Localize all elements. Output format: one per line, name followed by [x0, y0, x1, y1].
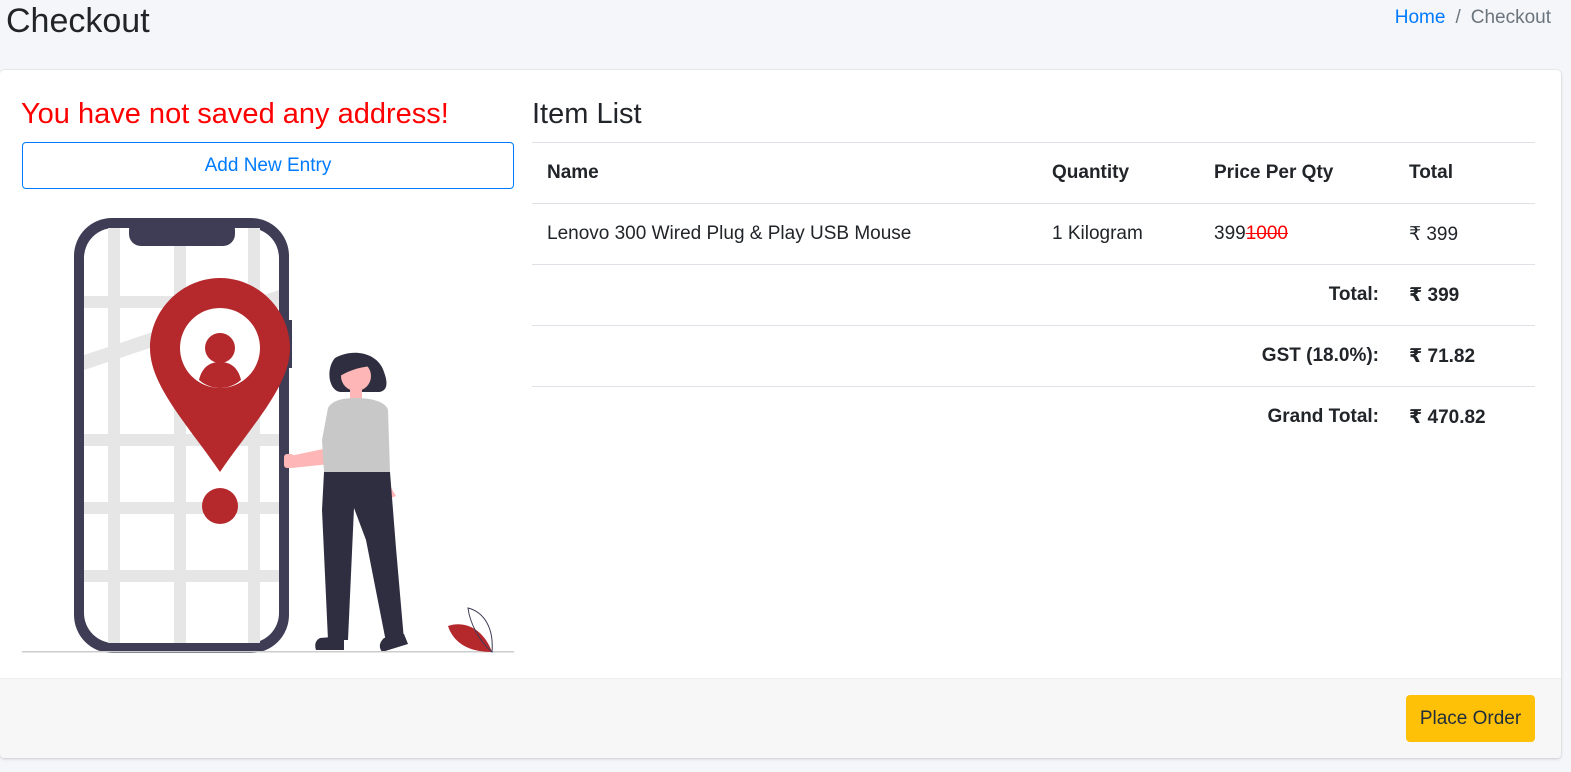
ground-line-shape	[22, 651, 514, 653]
column-header-price: Price Per Qty	[1199, 142, 1394, 204]
total-value: ₹ 399	[1394, 264, 1535, 326]
breadcrumb: Home / Checkout	[1395, 6, 1551, 30]
gst-label: GST (18.0%):	[532, 325, 1394, 387]
address-map-illustration	[22, 218, 514, 654]
summary-row-total: Total: ₹ 399	[532, 264, 1535, 326]
pin-person-head-shape	[205, 333, 235, 363]
item-price-cell: 3991000	[1199, 203, 1394, 265]
item-list-table: Name Quantity Price Per Qty Total Lenovo…	[532, 142, 1535, 448]
table-row: Lenovo 300 Wired Plug & Play USB Mouse 1…	[532, 203, 1535, 265]
summary-row-gst: GST (18.0%): ₹ 71.82	[532, 325, 1535, 387]
page-title: Checkout	[6, 2, 150, 40]
checkout-card: You have not saved any address! Add New …	[0, 70, 1561, 758]
add-new-entry-button[interactable]: Add New Entry	[22, 142, 514, 189]
card-body: You have not saved any address! Add New …	[0, 70, 1561, 678]
table-header-row: Name Quantity Price Per Qty Total	[532, 142, 1535, 204]
breadcrumb-current: Checkout	[1470, 7, 1551, 28]
grand-total-value: ₹ 470.82	[1394, 386, 1535, 448]
place-order-button[interactable]: Place Order	[1406, 695, 1535, 742]
item-price: 399	[1214, 223, 1246, 244]
grand-total-label: Grand Total:	[532, 386, 1394, 448]
column-header-name: Name	[532, 142, 1037, 204]
pin-dot-shape	[202, 488, 238, 524]
table-body: Lenovo 300 Wired Plug & Play USB Mouse 1…	[532, 203, 1535, 448]
table-header: Name Quantity Price Per Qty Total	[532, 142, 1535, 204]
breadcrumb-separator: /	[1455, 7, 1461, 28]
card-footer: Place Order	[0, 678, 1561, 758]
phone-notch-shape	[129, 218, 235, 246]
breadcrumb-home-link[interactable]: Home	[1395, 6, 1446, 30]
item-total-cell: ₹ 399	[1394, 203, 1535, 265]
woman-figure-shape	[284, 352, 408, 652]
item-name-cell: Lenovo 300 Wired Plug & Play USB Mouse	[532, 203, 1037, 265]
total-label: Total:	[532, 264, 1394, 326]
no-address-message: You have not saved any address!	[21, 98, 449, 130]
page-header: Checkout Home / Checkout	[0, 0, 1571, 70]
item-list-title: Item List	[532, 98, 642, 130]
leaf-red-shape	[448, 624, 492, 652]
gst-value: ₹ 71.82	[1394, 325, 1535, 387]
item-quantity-cell: 1 Kilogram	[1037, 203, 1199, 265]
item-old-price: 1000	[1245, 223, 1288, 244]
column-header-total: Total	[1394, 142, 1535, 204]
column-header-quantity: Quantity	[1037, 142, 1199, 204]
summary-row-grand-total: Grand Total: ₹ 470.82	[532, 386, 1535, 448]
